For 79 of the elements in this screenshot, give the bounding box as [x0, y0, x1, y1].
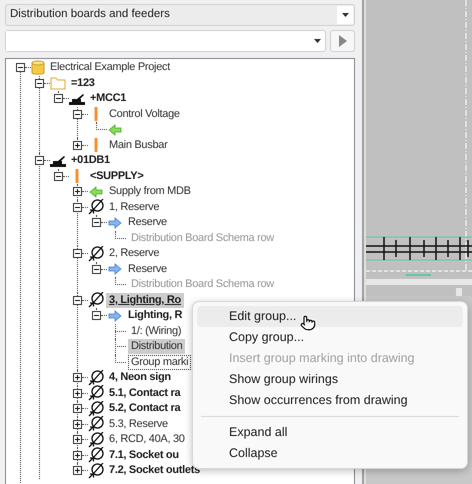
expand-toggle[interactable] — [73, 466, 82, 476]
switch-icon — [50, 154, 66, 167]
tree-item[interactable]: 6, RCD, 40A, 30 — [106, 432, 188, 448]
switch-icon — [69, 92, 85, 105]
folder-icon — [50, 76, 66, 90]
tree-item[interactable]: 5.1, Contact ra — [106, 386, 184, 401]
collapse-toggle[interactable] — [35, 78, 44, 88]
expand-toggle[interactable] — [73, 435, 82, 444]
circuit-icon — [88, 462, 104, 479]
dropdown-caret-icon — [342, 13, 348, 17]
expand-toggle[interactable] — [73, 140, 82, 150]
collapse-toggle[interactable] — [73, 202, 82, 212]
right-arrow-icon — [108, 310, 122, 322]
tree-item[interactable]: 4, Neon sign — [106, 370, 174, 386]
tree-item[interactable]: Lighting, R — [125, 308, 186, 324]
view-dropdown[interactable]: Distribution boards and feeders — [5, 4, 355, 26]
bar-icon — [75, 169, 79, 184]
circuit-icon — [88, 199, 104, 216]
expand-toggle[interactable] — [73, 373, 82, 382]
right-arrow-icon — [108, 263, 122, 276]
menu-item[interactable]: Show occurrences from drawing — [197, 390, 463, 411]
expand-toggle[interactable] — [73, 388, 82, 398]
tree-item[interactable]: Distribution — [128, 339, 186, 354]
collapse-toggle[interactable] — [54, 172, 63, 181]
hand-cursor-icon — [300, 314, 316, 332]
tree-item[interactable]: <SUPPLY> — [87, 168, 146, 184]
go-button[interactable] — [330, 30, 355, 52]
collapse-toggle[interactable] — [35, 156, 44, 166]
circuit-icon — [88, 400, 104, 417]
tree-item[interactable]: =123 — [68, 76, 98, 91]
tree-item[interactable]: 5.2, Contact ra — [106, 401, 184, 416]
circuit-icon — [88, 292, 104, 308]
tree-item[interactable]: +01DB1 — [68, 153, 113, 168]
right-arrow-icon — [108, 216, 122, 229]
tree-item[interactable]: 7.1, Socket ou — [106, 448, 182, 463]
collapse-toggle[interactable] — [92, 218, 101, 228]
collapse-toggle[interactable] — [73, 110, 82, 119]
bar-icon — [94, 138, 98, 152]
tree-item[interactable]: Reserve — [125, 215, 170, 230]
menu-item[interactable]: Edit group... — [197, 306, 463, 327]
tree-item[interactable]: 1/: (Wiring) — [128, 324, 184, 339]
tree-item[interactable]: 7.2, Socket outlets — [106, 463, 203, 478]
menu-item[interactable]: Expand all — [197, 422, 463, 443]
menu-item[interactable]: Collapse — [197, 443, 463, 464]
menu-item[interactable]: Copy group... — [197, 327, 463, 348]
circuit-icon — [88, 447, 104, 464]
tree-item[interactable]: Electrical Example Project — [47, 60, 173, 76]
collapse-toggle[interactable] — [92, 264, 101, 274]
tree-item[interactable]: Reserve — [125, 262, 170, 277]
database-icon — [31, 60, 45, 76]
menu-item[interactable]: Show group wirings — [197, 369, 463, 390]
play-arrow-icon — [338, 35, 346, 47]
left-arrow-icon — [108, 124, 122, 136]
expand-toggle[interactable] — [73, 404, 82, 414]
circuit-icon — [88, 370, 104, 386]
circuit-icon — [88, 246, 104, 262]
collapse-toggle[interactable] — [92, 311, 101, 320]
tree-item[interactable]: 2, Reserve — [106, 246, 162, 262]
collapse-toggle[interactable] — [73, 296, 82, 305]
tree-item[interactable]: Group marki — [128, 354, 192, 370]
expand-toggle[interactable] — [73, 420, 82, 429]
circuit-icon — [88, 416, 104, 432]
tree-item[interactable]: Main Busbar — [106, 138, 170, 153]
collapse-toggle[interactable] — [73, 249, 82, 258]
collapse-toggle[interactable] — [54, 94, 63, 104]
tree-item[interactable]: Supply from MDB — [106, 184, 194, 200]
expand-toggle[interactable] — [73, 450, 82, 460]
tree-item[interactable]: 1, Reserve — [106, 200, 162, 215]
tree-item[interactable]: Control Voltage — [106, 106, 183, 122]
tree-item[interactable]: +MCC1 — [87, 91, 130, 106]
left-arrow-icon — [89, 186, 103, 198]
tree-item[interactable]: 5.3, Reserve — [106, 416, 171, 432]
dropdown-caret-icon — [314, 39, 320, 43]
collapse-toggle[interactable] — [16, 63, 25, 72]
bar-icon — [94, 107, 98, 122]
circuit-icon — [88, 432, 104, 448]
tree-item[interactable]: 3, Lighting, Ro — [106, 292, 184, 308]
expand-toggle[interactable] — [73, 187, 82, 196]
circuit-icon — [88, 385, 104, 402]
